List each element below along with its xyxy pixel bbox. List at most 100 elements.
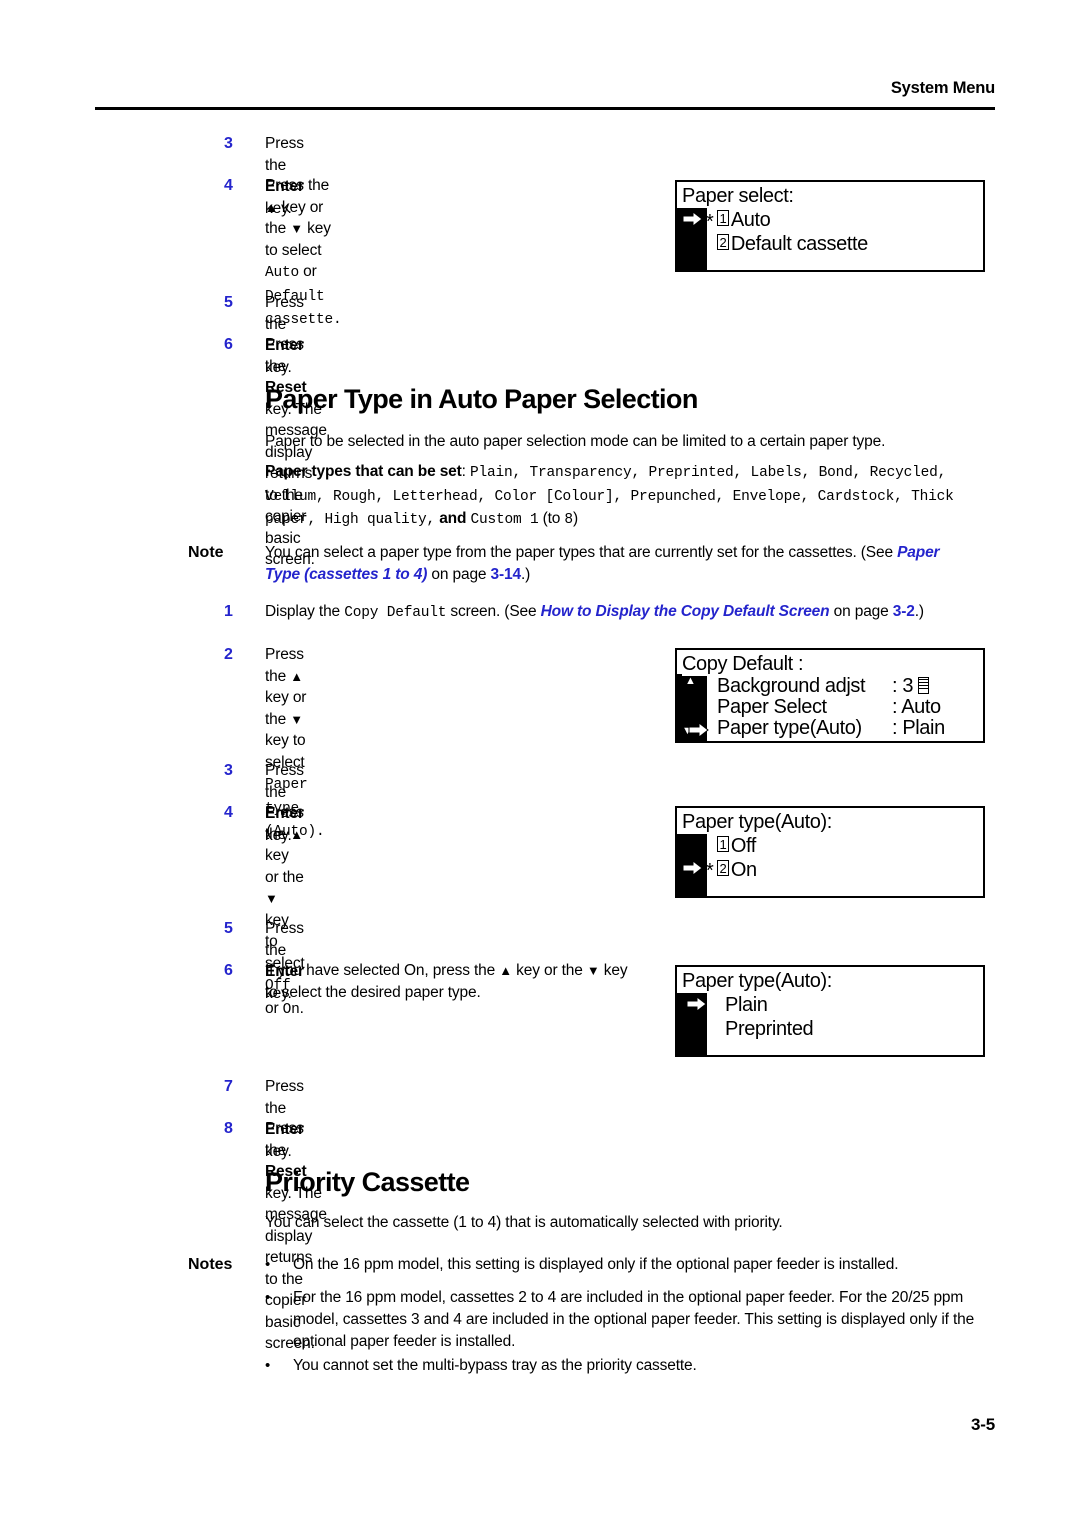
down-triangle-icon: ▼	[290, 711, 303, 727]
lcd-option-row: Plain	[725, 994, 768, 1016]
lcd-setting-value: : Plain	[892, 717, 945, 739]
cursor-arrow-icon	[687, 720, 711, 740]
up-triangle-icon: ▲	[290, 826, 303, 842]
lcd-title: Paper select:	[682, 184, 797, 208]
note-tail: .)	[520, 566, 531, 583]
lcd-option-row: 1 Off	[717, 834, 756, 858]
colon: :	[461, 463, 466, 480]
up-triangle-icon: ▲	[265, 199, 278, 215]
on-page-text: on page	[829, 603, 893, 620]
step-text-pre: Press the	[265, 920, 304, 959]
lcd-term: Auto	[265, 265, 300, 281]
paper-types-label: Paper types that can be set	[265, 463, 462, 480]
section-intro-paragraph: Paper to be selected in the auto paper s…	[265, 433, 886, 450]
scroll-up-icon[interactable]: ▲	[685, 676, 696, 687]
step-number: 8	[224, 1120, 233, 1137]
step-number: 3	[224, 762, 233, 779]
step-number: 2	[224, 646, 233, 663]
lcd-screen-copy-default: Copy Default : ▲ ▼ Background adjst : 3 …	[675, 648, 985, 743]
paper-types-custom-max: 8	[564, 512, 573, 528]
step-text: Display the Copy Default screen. (See Ho…	[265, 601, 1005, 625]
setting-label: Paper Select	[717, 696, 827, 718]
step-text-or: or	[299, 263, 317, 280]
page-number: 3-5	[971, 1415, 995, 1434]
section-heading-paper-type: Paper Type in Auto Paper Selection	[265, 384, 698, 414]
step-text-mid: key or the	[265, 847, 304, 886]
notes-label: Notes	[188, 1256, 233, 1273]
background-adjust-icon	[918, 677, 930, 694]
step-text-pre: Display the	[265, 603, 345, 620]
paper-types-paragraph: Paper types that can be set: Plain, Tran…	[265, 461, 1005, 532]
option-label: Auto	[730, 209, 771, 231]
cursor-arrow-icon	[685, 994, 709, 1014]
step-text-tail: .)	[914, 603, 924, 620]
step-text-pre: Press the	[265, 135, 304, 174]
option-index-badge: 1	[717, 836, 729, 852]
paper-types-line2: Vellum, Rough, Letterhead, Color [Colour…	[265, 488, 954, 505]
note-label: Note	[188, 544, 224, 561]
lcd-term: Copy Default	[344, 605, 447, 621]
lcd-option-row: 2 Default cassette	[717, 232, 868, 256]
paper-types-line1: Plain, Transparency, Preprinted, Labels,…	[470, 465, 947, 481]
step-text: If you have selected On, press the ▲ key…	[265, 960, 665, 1003]
page-header: System Menu	[95, 78, 995, 98]
option-index-badge: 1	[717, 210, 729, 226]
and-conjunction: and	[435, 510, 471, 527]
cross-reference-link[interactable]: How to Display the Copy Default Screen	[541, 603, 830, 620]
step-text-line2: to select the desired paper type.	[265, 983, 481, 1001]
setting-value: : 3	[892, 675, 914, 697]
lcd-screen-paper-type-list: Paper type(Auto): Plain Preprinted	[675, 965, 985, 1057]
step-text-pre: Press the	[265, 336, 304, 375]
default-asterisk: *	[706, 211, 714, 233]
step-number: 4	[224, 804, 233, 821]
setting-label: Paper type(Auto)	[717, 717, 862, 739]
header-divider	[95, 107, 995, 110]
up-triangle-icon: ▲	[499, 963, 512, 978]
lcd-option-row: Preprinted	[725, 1018, 814, 1040]
on-page-text: on page	[427, 566, 491, 583]
lcd-option-row: 1 Auto	[717, 208, 771, 232]
bullet-icon: •	[265, 1289, 271, 1306]
step-number: 7	[224, 1078, 233, 1095]
paper-types-line3a: paper, High quality,	[265, 512, 436, 528]
paper-types-custom: Custom 1	[470, 512, 539, 528]
step-text-pre: Press the	[265, 177, 330, 194]
down-triangle-icon: ▼	[586, 963, 600, 978]
paper-types-tail-open: (to	[538, 510, 565, 527]
default-asterisk: *	[706, 860, 714, 882]
step-text-mid: key or the	[512, 962, 587, 979]
note-bullet-text: On the 16 ppm model, this setting is dis…	[293, 1256, 899, 1273]
lcd-setting-row: Paper type(Auto)	[717, 716, 862, 740]
note-body: You can select a paper type from the pap…	[265, 542, 965, 586]
note-bullet-text: For the 16 ppm model, cassettes 2 to 4 a…	[293, 1289, 975, 1350]
bullet-icon: •	[265, 1256, 271, 1273]
step-number: 5	[224, 294, 233, 311]
cursor-arrow-icon	[681, 858, 705, 878]
option-label: On	[730, 859, 757, 881]
step-text-post: key	[599, 962, 628, 979]
lcd-title: Copy Default :	[682, 652, 807, 676]
page-reference-link[interactable]: 3-14	[491, 566, 522, 583]
running-head: System Menu	[890, 79, 995, 97]
step-number: 6	[224, 962, 233, 979]
paper-types-tail-close: )	[572, 510, 578, 527]
bullet-icon: •	[265, 1357, 271, 1374]
lcd-screen-paper-select: Paper select: * 1 Auto 2 Default cassette	[675, 180, 985, 272]
lcd-title: Paper type(Auto):	[682, 969, 835, 993]
step-number: 3	[224, 135, 233, 152]
page-reference-link[interactable]: 3-2	[893, 603, 915, 620]
step-text-pre: If you have selected On, press the	[265, 962, 500, 979]
step-text-pre: Press the	[265, 762, 304, 801]
step-text-pre: Press the	[265, 1120, 304, 1159]
step-text-mid: screen. (See	[446, 603, 541, 620]
step-text-pre: Press the	[265, 1078, 304, 1117]
cursor-arrow-icon	[681, 209, 705, 229]
note-line1: You can select a paper type from the pap…	[265, 544, 893, 561]
section-heading-priority-cassette: Priority Cassette	[265, 1167, 470, 1197]
note-bullet-text: You cannot set the multi-bypass tray as …	[293, 1357, 697, 1374]
step-text-pre: Press the	[265, 294, 304, 333]
option-label: Default cassette	[730, 233, 868, 255]
down-triangle-icon: ▼	[290, 221, 303, 236]
down-triangle-icon: ▼	[265, 891, 278, 906]
setting-label: Background adjst	[717, 675, 866, 697]
